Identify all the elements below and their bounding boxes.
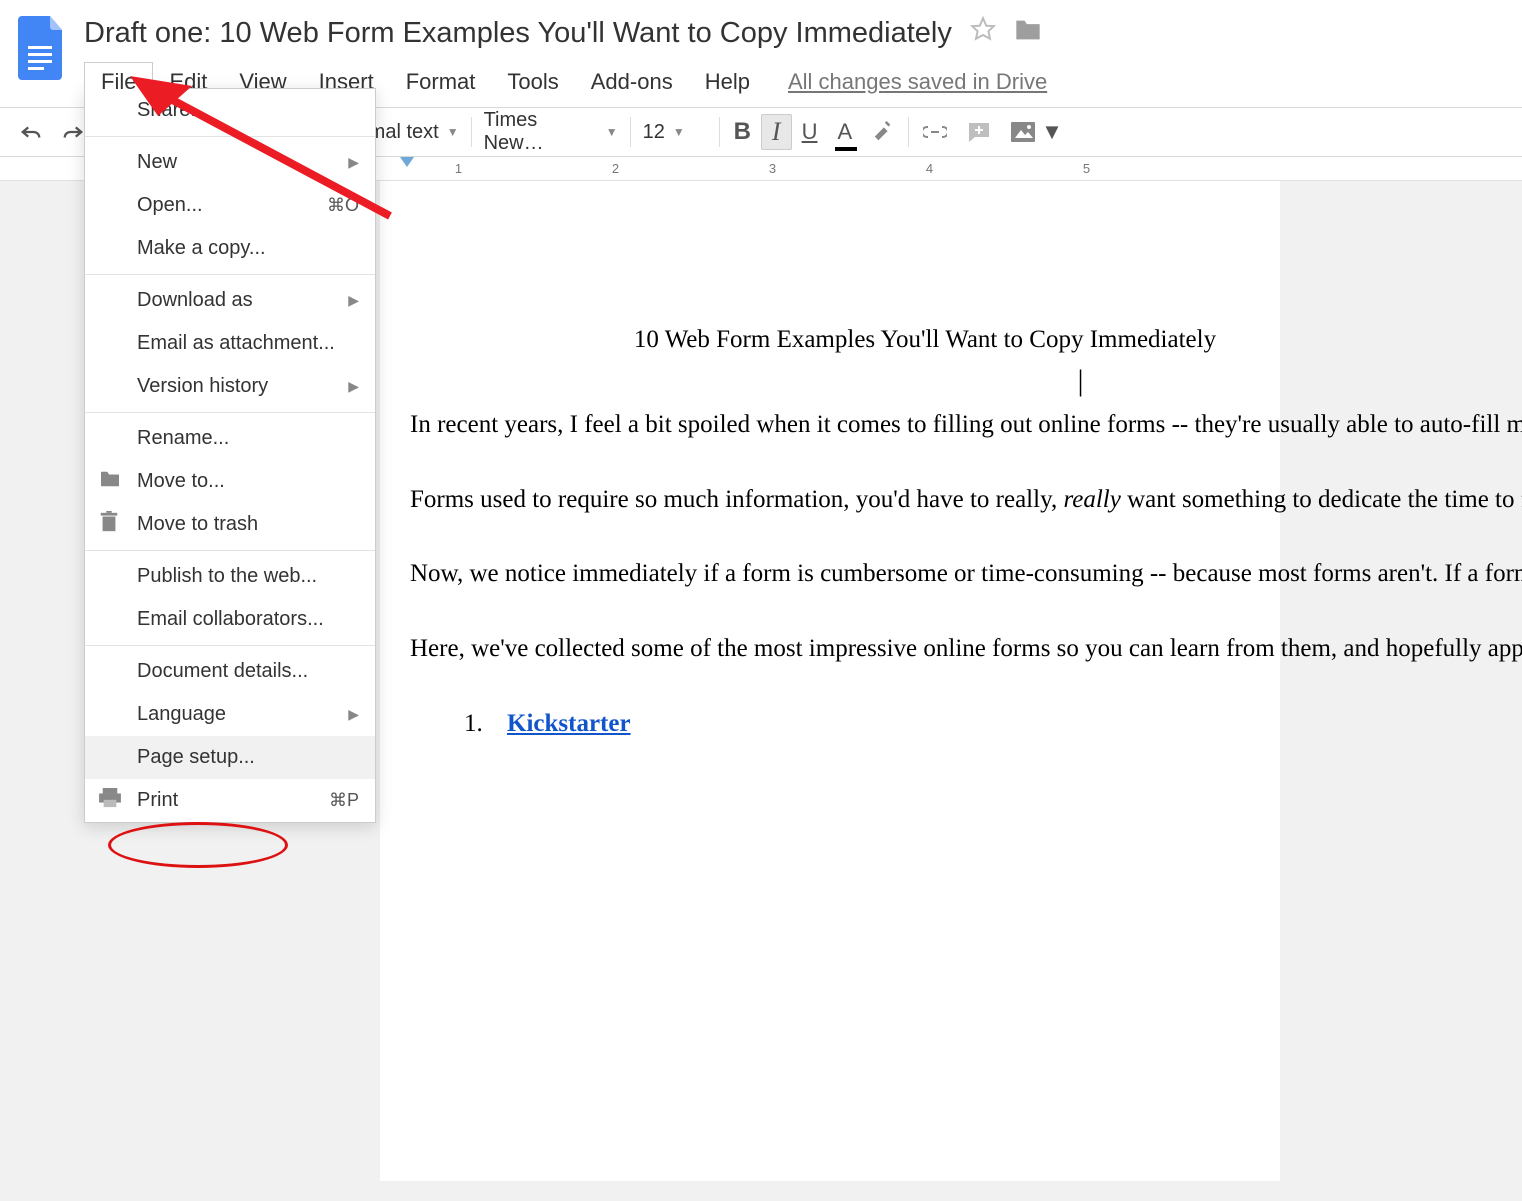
list-number: 1.: [464, 710, 483, 737]
menu-item-open[interactable]: Open...⌘O: [85, 184, 375, 227]
menu-item-move-to[interactable]: Move to...: [85, 460, 375, 503]
caret-down-icon: ▼: [606, 125, 618, 139]
menu-help[interactable]: Help: [689, 63, 766, 101]
menu-addons[interactable]: Add-ons: [575, 63, 689, 101]
text-cursor: |: [410, 366, 1280, 396]
shortcut-label: ⌘O: [327, 195, 359, 216]
save-status[interactable]: All changes saved in Drive: [788, 69, 1047, 95]
menu-item-new[interactable]: New▶: [85, 141, 375, 184]
document-title[interactable]: Draft one: 10 Web Form Examples You'll W…: [84, 17, 952, 50]
menu-item-email-attachment[interactable]: Email as attachment...: [85, 322, 375, 365]
menu-item-download-as[interactable]: Download as▶: [85, 279, 375, 322]
menu-item-move-to-trash[interactable]: Move to trash: [85, 503, 375, 546]
highlight-button[interactable]: [862, 115, 904, 149]
list-item: 1. Kickstarter: [410, 705, 1280, 744]
google-docs-icon[interactable]: [18, 16, 66, 80]
menu-item-version-history[interactable]: Version history▶: [85, 365, 375, 408]
add-comment-button[interactable]: [957, 115, 1001, 149]
star-icon[interactable]: [970, 16, 996, 50]
folder-icon[interactable]: [1014, 17, 1042, 50]
undo-button[interactable]: [10, 117, 52, 147]
paragraph: Here, we've collected some of the most i…: [410, 630, 1280, 669]
caret-down-icon: ▼: [447, 125, 459, 139]
kickstarter-link[interactable]: Kickstarter: [507, 710, 631, 737]
paragraph: Now, we notice immediately if a form is …: [410, 555, 1280, 594]
bold-button[interactable]: B: [724, 112, 761, 152]
indent-marker-icon[interactable]: [400, 157, 414, 167]
ruler-mark: 4: [851, 161, 1008, 176]
menu-item-publish-web[interactable]: Publish to the web...: [85, 555, 375, 598]
menu-item-print[interactable]: Print ⌘P: [85, 779, 375, 822]
file-menu-dropdown: Share... New▶ Open...⌘O Make a copy... D…: [84, 88, 376, 823]
menu-item-language[interactable]: Language▶: [85, 693, 375, 736]
caret-down-icon: ▼: [673, 125, 685, 139]
ruler-mark: 3: [694, 161, 851, 176]
paragraph: Forms used to require so much informatio…: [410, 481, 1280, 520]
menu-item-email-collaborators[interactable]: Email collaborators...: [85, 598, 375, 641]
paragraph: In recent years, I feel a bit spoiled wh…: [410, 406, 1280, 445]
document-page[interactable]: 10 Web Form Examples You'll Want to Copy…: [380, 181, 1280, 1181]
shortcut-label: ⌘P: [329, 790, 359, 811]
text-color-button[interactable]: A: [827, 113, 862, 151]
font-size-value: 12: [643, 121, 665, 144]
trash-icon: [99, 511, 119, 539]
folder-icon: [99, 470, 121, 494]
submenu-arrow-icon: ▶: [348, 292, 359, 309]
ruler-mark: 5: [1008, 161, 1165, 176]
menu-item-rename[interactable]: Rename...: [85, 417, 375, 460]
menu-format[interactable]: Format: [390, 63, 492, 101]
print-icon: [99, 788, 121, 814]
caret-down-icon: ▼: [1041, 119, 1063, 145]
menu-item-page-setup[interactable]: Page setup...: [85, 736, 375, 779]
menu-item-document-details[interactable]: Document details...: [85, 650, 375, 693]
document-heading: 10 Web Form Examples You'll Want to Copy…: [410, 321, 1280, 360]
font-family-value: Times New…: [484, 109, 598, 155]
submenu-arrow-icon: ▶: [348, 706, 359, 723]
italic-button[interactable]: I: [761, 114, 792, 150]
insert-link-button[interactable]: [913, 119, 957, 145]
menu-tools[interactable]: Tools: [491, 63, 574, 101]
underline-button[interactable]: U: [792, 113, 828, 151]
menu-item-make-copy[interactable]: Make a copy...: [85, 227, 375, 270]
menu-file[interactable]: File: [84, 62, 153, 101]
insert-image-button[interactable]: ▼: [1001, 113, 1073, 151]
submenu-arrow-icon: ▶: [348, 154, 359, 171]
font-size-dropdown[interactable]: 12 ▼: [635, 117, 715, 148]
submenu-arrow-icon: ▶: [348, 378, 359, 395]
ruler-mark: 2: [537, 161, 694, 176]
font-family-dropdown[interactable]: Times New… ▼: [476, 105, 626, 159]
